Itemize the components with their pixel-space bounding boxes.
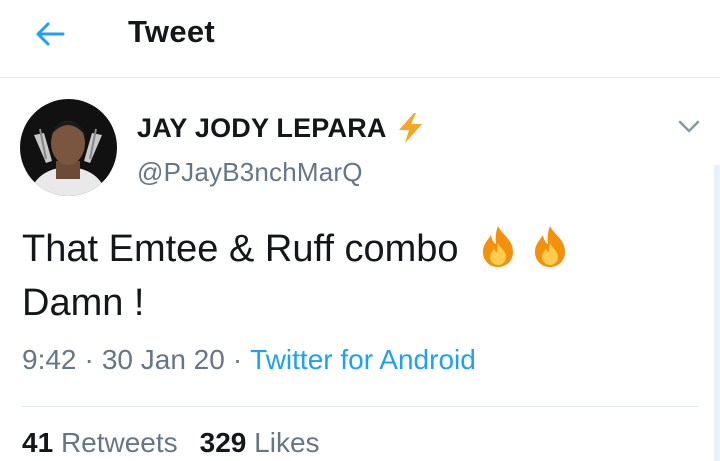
likes-count: 329 — [199, 427, 247, 458]
tweet-text-line: That Emtee & Ruff combo — [22, 222, 662, 276]
likes-label: Likes — [254, 427, 320, 458]
author-name-row[interactable]: JAY JODY LEPARA — [137, 110, 425, 146]
retweets-stat[interactable]: 41 Retweets — [22, 427, 178, 458]
likes-stat[interactable]: 329 Likes — [200, 427, 320, 458]
tweet-date: 30 Jan 20 — [101, 344, 225, 375]
divider — [22, 406, 698, 407]
lightning-bolt-icon — [398, 113, 422, 143]
retweets-count: 41 — [22, 427, 54, 458]
avatar[interactable] — [20, 99, 117, 196]
top-bar: Tweet — [0, 0, 720, 78]
scrollbar-track — [714, 165, 720, 461]
separator: · — [84, 344, 94, 375]
page-title: Tweet — [128, 14, 216, 49]
retweets-label: Retweets — [60, 427, 178, 458]
separator: · — [232, 344, 243, 375]
fire-emoji — [535, 226, 566, 267]
tweet-text: That Emtee & Ruff combo Damn ! — [22, 222, 662, 330]
engagement-stats: 41 Retweets 329 Likes — [22, 427, 342, 459]
chevron-down-icon — [678, 120, 700, 133]
more-options-button[interactable] — [676, 114, 702, 140]
tweet-time: 9:42 — [22, 344, 77, 375]
display-name: JAY JODY LEPARA — [137, 112, 387, 143]
tweet-text-line2: Damn ! — [22, 282, 145, 324]
tweet-source-link[interactable]: Twitter for Android — [250, 344, 476, 375]
tweet-text-line1: That Emtee & Ruff combo — [22, 228, 459, 270]
profile-photo — [20, 99, 117, 196]
user-handle[interactable]: @PJayB3nchMarQ — [137, 157, 363, 188]
fire-emoji — [483, 226, 514, 267]
tweet-metadata: 9:42 · 30 Jan 20 · Twitter for Android — [22, 344, 476, 376]
arrow-left-icon — [36, 22, 65, 46]
back-button[interactable] — [28, 14, 72, 54]
